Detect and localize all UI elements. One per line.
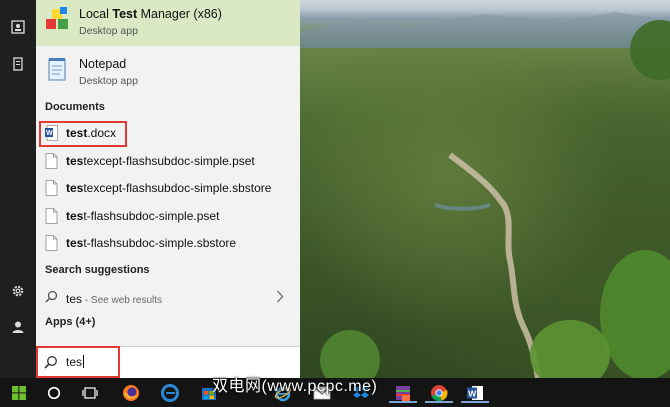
document-result[interactable]: testexcept-flashsubdoc-simple.sbstore xyxy=(36,176,300,200)
running-indicator xyxy=(389,401,417,403)
svg-text:W: W xyxy=(468,389,477,399)
user-account-icon[interactable] xyxy=(9,318,27,336)
running-indicator xyxy=(461,401,489,403)
file-icon xyxy=(45,153,58,169)
desktop-wallpaper xyxy=(300,0,670,378)
firefox-icon[interactable] xyxy=(121,383,141,403)
highlight-box-document xyxy=(39,121,127,147)
contact-card-icon[interactable] xyxy=(9,18,27,36)
document-name: test-flashsubdoc-simple.sbstore xyxy=(66,236,237,250)
best-match-subtitle: Desktop app xyxy=(79,25,138,37)
suggestion-text: tes - See web results xyxy=(66,292,163,306)
notepad-title: Notepad xyxy=(79,57,127,71)
task-view-icon[interactable] xyxy=(80,383,100,403)
notepad-subtitle: Desktop app xyxy=(79,75,138,87)
chrome-icon[interactable] xyxy=(425,383,453,403)
windows-start-icon[interactable] xyxy=(9,383,29,403)
test-manager-cubes-icon xyxy=(44,5,72,33)
settings-gear-icon[interactable] xyxy=(9,282,27,300)
word-icon[interactable]: W xyxy=(461,383,489,403)
running-indicator xyxy=(425,401,453,403)
app-result-notepad[interactable]: Notepad Desktop app xyxy=(36,50,300,94)
document-result[interactable]: testexcept-flashsubdoc-simple.pset xyxy=(36,149,300,173)
watermark-text: 双电网(www.pcpc.me) xyxy=(212,378,378,395)
documents-header: Documents xyxy=(45,101,105,113)
search-suggestions-header: Search suggestions xyxy=(45,264,150,276)
file-icon xyxy=(45,235,58,251)
tablet-icon[interactable] xyxy=(9,55,27,73)
chevron-right-icon[interactable] xyxy=(276,290,284,308)
best-match-result[interactable]: Local Test Manager (x86) Desktop app xyxy=(36,0,300,46)
edge-icon[interactable] xyxy=(160,383,180,403)
file-icon xyxy=(45,180,58,196)
cortana-circle-icon[interactable] xyxy=(44,383,64,403)
start-search-panel: Local Test Manager (x86) Desktop app Not… xyxy=(36,0,300,378)
document-name: testexcept-flashsubdoc-simple.pset xyxy=(66,154,255,168)
apps-header: Apps (4+) xyxy=(45,316,96,328)
web-search-suggestion[interactable]: tes - See web results xyxy=(36,284,300,310)
winrar-icon[interactable] xyxy=(389,383,417,403)
highlight-box-search xyxy=(36,346,120,378)
document-name: testexcept-flashsubdoc-simple.sbstore xyxy=(66,181,272,195)
search-icon xyxy=(45,290,58,308)
document-name: test-flashsubdoc-simple.pset xyxy=(66,209,220,223)
document-result[interactable]: test-flashsubdoc-simple.sbstore xyxy=(36,231,300,255)
file-icon xyxy=(45,208,58,224)
best-match-title: Local Test Manager (x86) xyxy=(79,7,222,21)
start-left-rail xyxy=(0,0,36,378)
document-result[interactable]: test-flashsubdoc-simple.pset xyxy=(36,204,300,228)
notepad-icon xyxy=(44,55,72,83)
